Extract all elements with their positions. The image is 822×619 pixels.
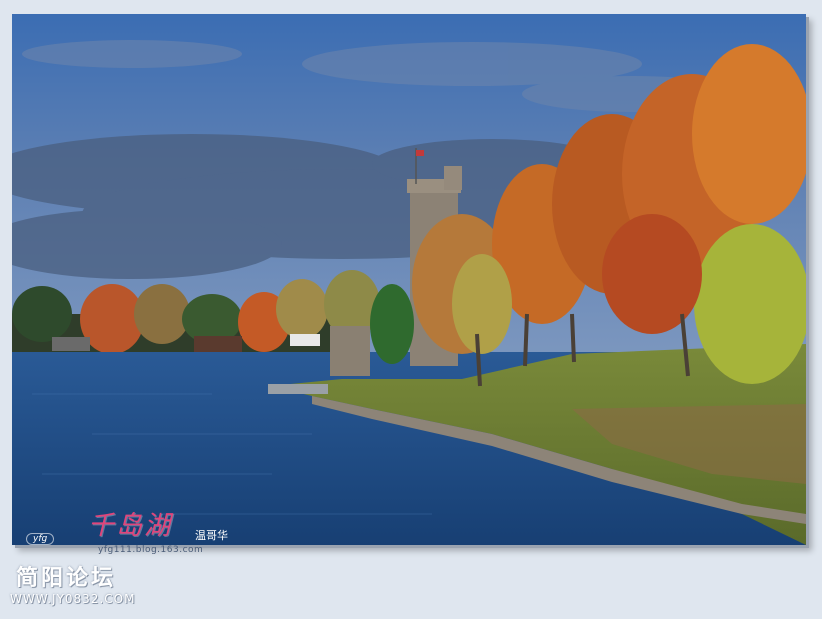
watermark-author: 温哥华 xyxy=(195,529,228,542)
forum-url: WWW.JY0832.COM xyxy=(10,592,136,606)
photo-frame xyxy=(12,14,806,545)
lake-castle-photo xyxy=(12,14,806,545)
watermark-mark: yfg xyxy=(26,533,55,545)
forum-name: 简阳论坛 xyxy=(16,566,117,591)
watermark-blog-url: yfg111.blog.163.com xyxy=(98,545,204,555)
watermark-title: 千岛湖 xyxy=(88,511,173,541)
dock xyxy=(268,384,328,394)
